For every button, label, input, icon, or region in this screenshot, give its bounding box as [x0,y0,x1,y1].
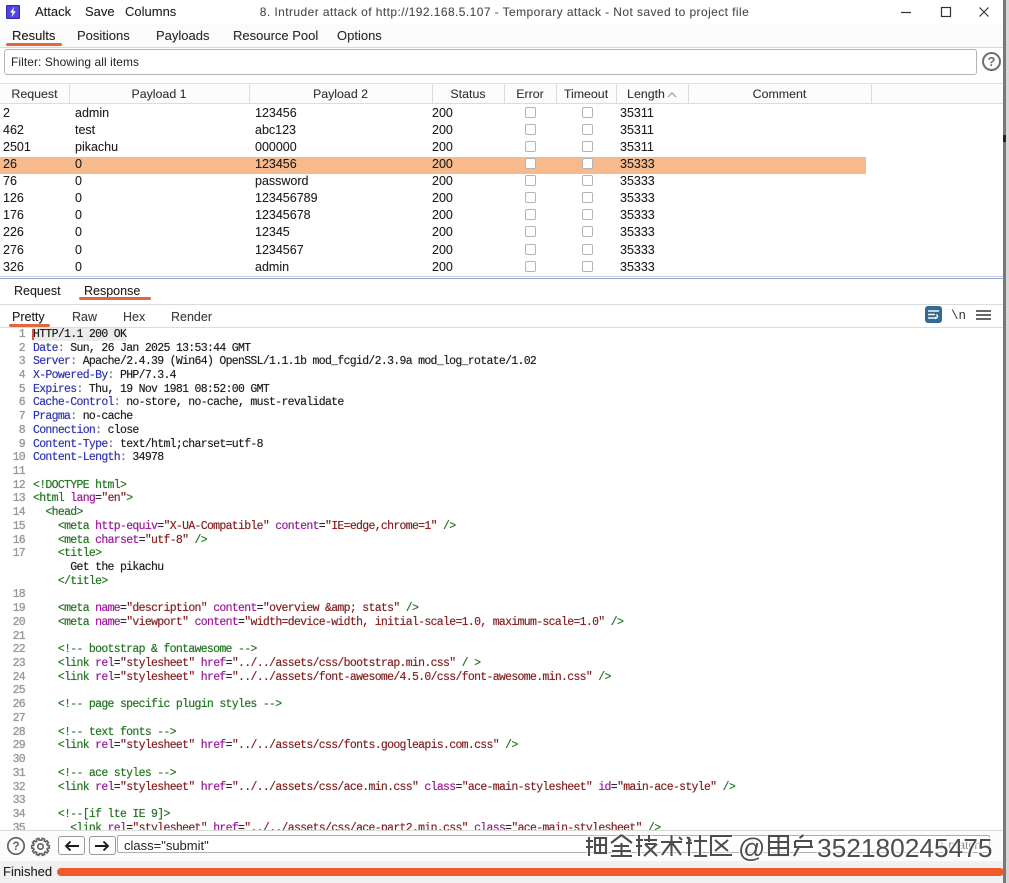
svg-text:352180245475: 352180245475 [817,833,993,862]
svg-text:@: @ [738,833,765,862]
svg-text:?: ? [12,841,19,853]
